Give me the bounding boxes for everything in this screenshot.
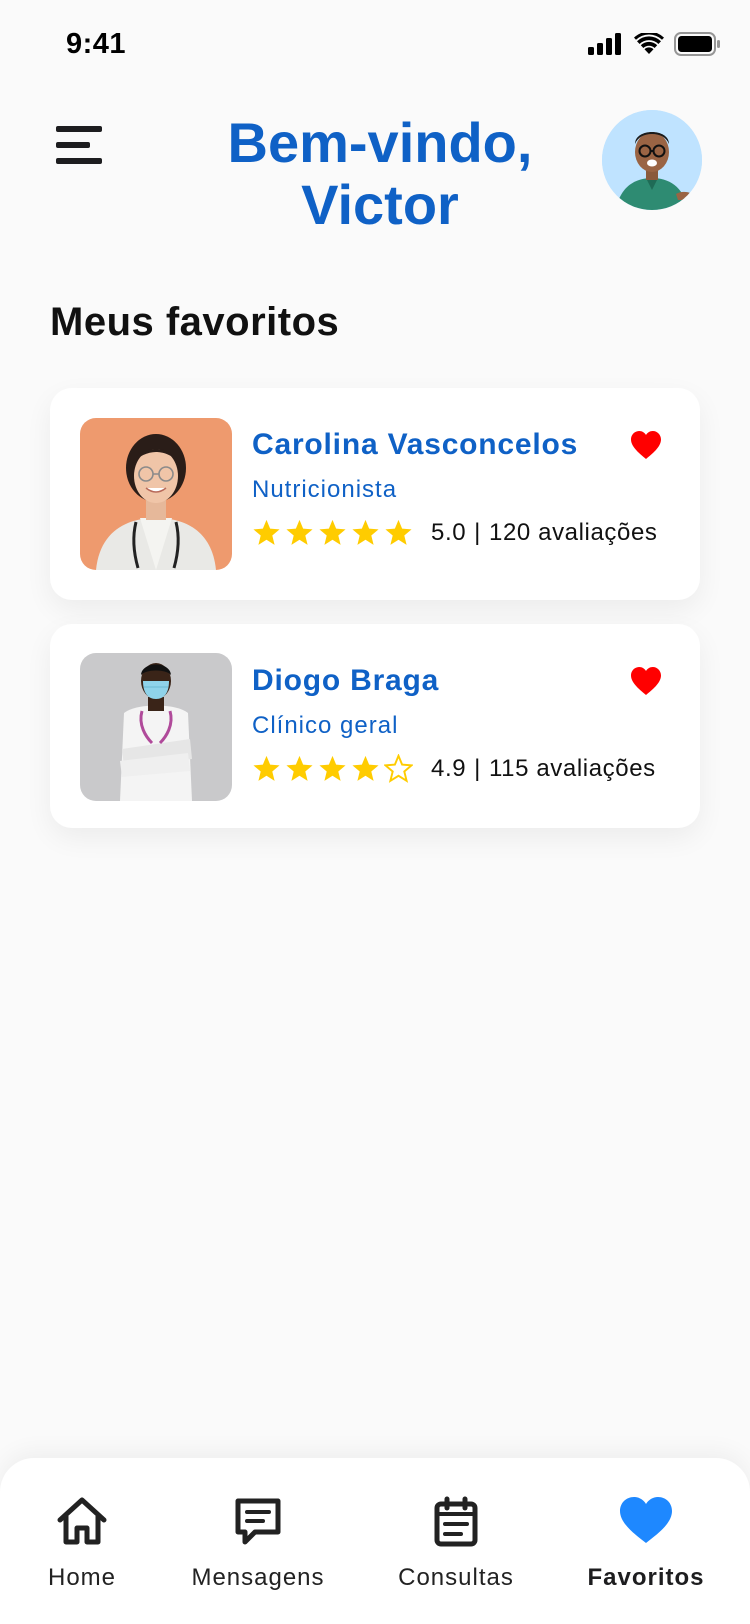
star-filled-icon	[286, 519, 313, 545]
battery-icon	[674, 32, 720, 56]
doctor-photo	[80, 418, 232, 570]
review-count: 120 avaliações	[489, 518, 658, 546]
star-filled-icon	[253, 519, 280, 545]
nav-item-home[interactable]: Home	[22, 1458, 142, 1624]
doctor-specialty: Nutricionista	[252, 476, 398, 503]
calendar-icon	[434, 1496, 478, 1547]
rating-value: 4.9	[431, 754, 467, 782]
rating-separator: |	[474, 754, 482, 782]
doctor-name: Carolina Vasconcelos	[252, 428, 579, 461]
nav-label: Favoritos	[587, 1564, 705, 1591]
message-icon	[235, 1498, 281, 1545]
status-time: 9:41	[66, 28, 127, 60]
favorite-heart-icon[interactable]	[630, 430, 662, 460]
favorite-heart-icon[interactable]	[630, 666, 662, 696]
nav-item-messages[interactable]: Mensagens	[178, 1458, 338, 1624]
hamburger-menu-icon[interactable]	[56, 126, 106, 168]
star-filled-icon	[286, 755, 313, 781]
star-filled-icon	[385, 519, 412, 545]
greeting-line-2: Victor	[301, 173, 459, 236]
doctor-specialty: Clínico geral	[252, 712, 399, 739]
nav-label: Home	[47, 1564, 117, 1591]
star-filled-icon	[352, 519, 379, 545]
doctor-photo	[80, 653, 232, 801]
nav-label: Mensagens	[191, 1564, 325, 1591]
star-filled-icon	[319, 755, 346, 781]
rating-separator: |	[474, 518, 482, 546]
wifi-icon	[634, 33, 664, 54]
rating-stars	[252, 518, 413, 547]
avatar-illustration	[602, 110, 702, 210]
doctor-name: Diogo Braga	[252, 664, 440, 697]
greeting-line-1: Bem-vindo,	[227, 111, 533, 174]
favorite-card[interactable]: Carolina Vasconcelos Nutricionista 5.0 |…	[50, 388, 700, 600]
status-icons	[588, 32, 720, 56]
star-filled-icon	[319, 519, 346, 545]
rating-row: 4.9 | 115 avaliações	[252, 754, 656, 783]
star-filled-icon	[253, 755, 280, 781]
rating-row: 5.0 | 120 avaliações	[252, 518, 658, 547]
status-bar: 9:41	[0, 0, 750, 92]
nav-label: Consultas	[398, 1564, 514, 1591]
review-count: 115 avaliações	[489, 754, 656, 782]
section-title: Meus favoritos	[50, 300, 340, 344]
bottom-navigation: Home Mensagens Consultas Favoritos	[0, 1458, 750, 1624]
home-icon	[57, 1497, 107, 1545]
nav-item-appointments[interactable]: Consultas	[386, 1458, 526, 1624]
user-avatar[interactable]	[602, 110, 702, 210]
heart-icon	[620, 1497, 672, 1543]
nav-item-favorites[interactable]: Favoritos	[572, 1458, 720, 1624]
signal-icon	[588, 33, 621, 55]
star-outline-icon	[384, 754, 413, 783]
greeting: Bem-vindo, Victor	[180, 112, 580, 236]
star-filled-icon	[352, 755, 379, 781]
rating-stars	[252, 754, 413, 783]
rating-value: 5.0	[431, 518, 467, 546]
header: Bem-vindo, Victor	[0, 100, 750, 240]
favorite-card[interactable]: Diogo Braga Clínico geral 4.9 | 115 aval…	[50, 624, 700, 828]
